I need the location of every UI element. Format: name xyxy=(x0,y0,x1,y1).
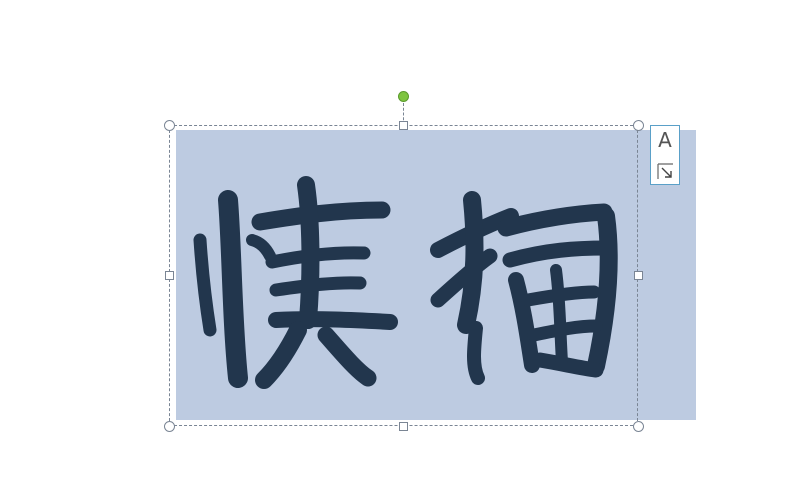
stroke-box-mid xyxy=(269,276,367,297)
stroke-inner-bottom xyxy=(532,352,604,378)
stroke-box-bottom xyxy=(268,311,398,330)
stroke-dot-right xyxy=(246,234,276,262)
resize-handle-bottom-right[interactable] xyxy=(633,421,644,432)
resize-handle-right[interactable] xyxy=(634,271,643,280)
stroke-vertical-1 xyxy=(218,190,248,388)
stroke-left-foot xyxy=(255,321,307,389)
resize-handle-bottom-left[interactable] xyxy=(164,421,175,432)
stroke-inner-vertical xyxy=(550,264,568,368)
stroke-inner-left xyxy=(508,272,540,373)
resize-handle-top-left[interactable] xyxy=(164,120,175,131)
document-canvas: 慎獨 A xyxy=(0,0,800,478)
stroke-dot-left xyxy=(193,233,217,337)
calligraphy-text: 慎獨 xyxy=(407,398,409,401)
rotate-handle-icon[interactable] xyxy=(398,91,409,102)
stroke-left-tail xyxy=(467,321,485,385)
resize-handle-left[interactable] xyxy=(165,271,174,280)
resize-handle-top[interactable] xyxy=(399,121,408,130)
stroke-right-top xyxy=(497,203,613,237)
layout-options-button[interactable]: A xyxy=(650,125,680,185)
resize-handle-bottom[interactable] xyxy=(399,422,408,431)
resize-handle-top-right[interactable] xyxy=(633,120,644,131)
calligraphy-wordart[interactable]: 慎獨 xyxy=(176,130,640,420)
stroke-top-horizontal xyxy=(251,201,391,231)
stroke-right-foot xyxy=(317,326,377,387)
layout-options-icon: A xyxy=(658,128,672,152)
expand-arrow-icon xyxy=(657,163,673,179)
stroke-box-top xyxy=(265,246,371,269)
stroke-right-mid xyxy=(502,240,614,268)
